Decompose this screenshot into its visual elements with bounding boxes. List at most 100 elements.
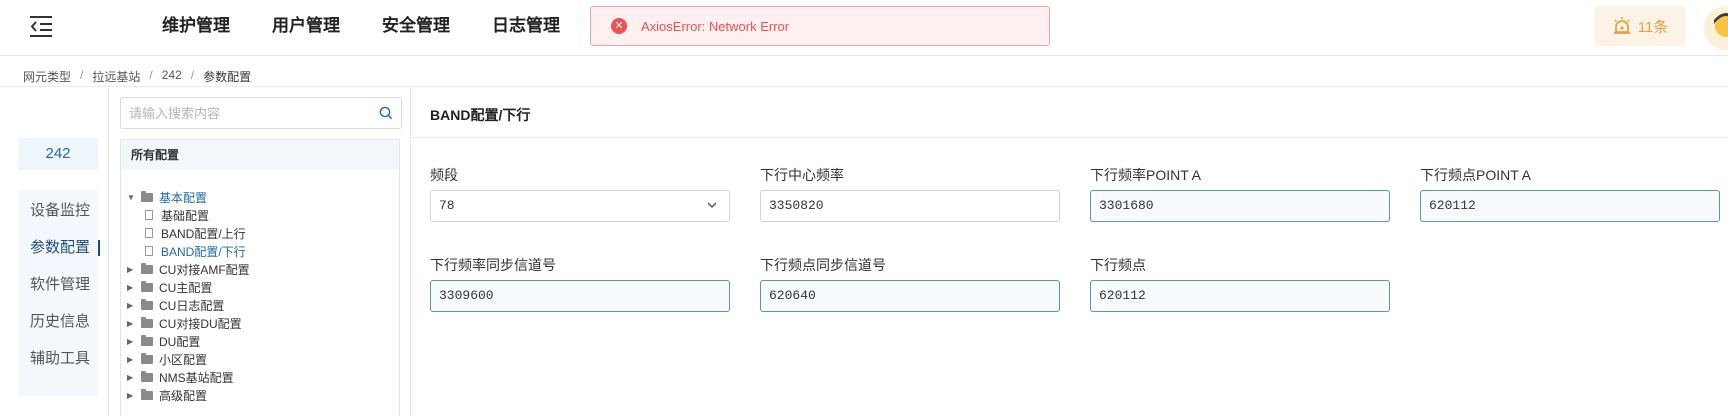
side-item-param-config[interactable]: 参数配置 bbox=[18, 233, 100, 263]
tree-node-label: 高级配置 bbox=[159, 388, 208, 403]
tree-node-folder[interactable]: ▶ 小区配置 bbox=[127, 350, 207, 368]
divider bbox=[411, 137, 1728, 138]
breadcrumb-separator: / bbox=[80, 68, 84, 82]
nav-security[interactable]: 安全管理 bbox=[382, 0, 450, 52]
field-label: 下行频点POINT A bbox=[1420, 167, 1531, 183]
caret-right-icon: ▶ bbox=[127, 264, 134, 274]
folder-icon bbox=[141, 280, 153, 292]
caret-right-icon: ▶ bbox=[127, 372, 134, 382]
alarm-count: 11条 bbox=[1637, 18, 1669, 36]
tree-node-label: 小区配置 bbox=[159, 352, 208, 367]
caret-right-icon: ▶ bbox=[127, 354, 134, 364]
dl-sync-freq-field[interactable]: 3309600 bbox=[430, 280, 730, 312]
folder-icon bbox=[141, 316, 153, 328]
tree-node-label: NMS基站配置 bbox=[159, 370, 234, 385]
dl-sync-arfcn-field[interactable]: 620640 bbox=[760, 280, 1060, 312]
error-message: AxiosError: Network Error bbox=[641, 18, 790, 34]
side-item-tools[interactable]: 辅助工具 bbox=[18, 344, 98, 374]
folder-icon bbox=[141, 370, 153, 382]
top-nav: 维护管理 用户管理 安全管理 日志管理 bbox=[162, 0, 602, 52]
side-item-history[interactable]: 历史信息 bbox=[18, 307, 98, 337]
file-icon bbox=[145, 210, 153, 220]
tree-node-basic[interactable]: ▼ 基本配置 bbox=[127, 188, 207, 206]
tree-node-label: CU对接AMF配置 bbox=[159, 262, 250, 277]
breadcrumb-item[interactable]: 242 bbox=[162, 68, 182, 85]
file-icon bbox=[145, 228, 153, 238]
band-select[interactable]: 78 bbox=[430, 190, 730, 222]
breadcrumb-current: 参数配置 bbox=[203, 70, 252, 84]
tree-node-folder[interactable]: ▶ CU对接AMF配置 bbox=[127, 260, 250, 278]
user-avatar[interactable] bbox=[1704, 6, 1728, 50]
divider bbox=[0, 86, 1728, 87]
tree-node-folder[interactable]: ▶ CU主配置 bbox=[127, 278, 212, 296]
folder-icon bbox=[141, 334, 153, 346]
tree-node-label: CU对接DU配置 bbox=[159, 316, 242, 331]
nav-maintenance[interactable]: 维护管理 bbox=[162, 0, 230, 52]
tree-node-folder[interactable]: ▶ CU对接DU配置 bbox=[127, 314, 242, 332]
tree-node-folder[interactable]: ▶ CU日志配置 bbox=[127, 296, 224, 314]
dl-freq-point-a-field[interactable]: 3301680 bbox=[1090, 190, 1390, 222]
avatar-icon bbox=[1704, 6, 1728, 50]
tree-node-folder[interactable]: ▶ DU配置 bbox=[127, 332, 200, 350]
chevron-down-icon bbox=[707, 202, 717, 208]
tree-node-folder[interactable]: ▶ NMS基站配置 bbox=[127, 368, 234, 386]
tree-node-file[interactable]: 基础配置 bbox=[145, 206, 209, 224]
tree-node-file[interactable]: BAND配置/上行 bbox=[145, 224, 246, 242]
caret-right-icon: ▶ bbox=[127, 282, 134, 292]
folder-icon bbox=[141, 352, 153, 364]
tree-node-file-selected[interactable]: BAND配置/下行 bbox=[145, 242, 246, 260]
side-nav: 设备监控 参数配置 软件管理 历史信息 辅助工具 bbox=[18, 190, 100, 396]
menu-collapse-icon[interactable] bbox=[28, 14, 54, 38]
field-label: 下行频点 bbox=[1090, 257, 1146, 273]
field-label: 下行频率POINT A bbox=[1090, 167, 1201, 183]
breadcrumb-item[interactable]: 拉远基站 bbox=[92, 68, 140, 85]
dl-arfcn-point-a-field[interactable]: 620112 bbox=[1420, 190, 1720, 222]
breadcrumb-separator: / bbox=[149, 68, 153, 82]
breadcrumb-separator: / bbox=[190, 68, 195, 82]
error-toast: ✕ AxiosError: Network Error bbox=[590, 6, 1050, 46]
tree-node-label: CU日志配置 bbox=[159, 298, 225, 313]
alarm-badge[interactable]: 11条 bbox=[1595, 6, 1685, 46]
nav-logs[interactable]: 日志管理 bbox=[492, 0, 560, 52]
field-label: 下行中心频率 bbox=[760, 167, 844, 183]
tree-node-label: CU主配置 bbox=[159, 280, 213, 295]
breadcrumb-item[interactable]: 网元类型 bbox=[23, 68, 71, 85]
tree-header: 所有配置 bbox=[121, 140, 399, 170]
caret-right-icon: ▶ bbox=[127, 318, 134, 328]
band-select-value: 78 bbox=[439, 198, 455, 213]
dl-center-freq-field[interactable]: 3350820 bbox=[760, 190, 1060, 222]
folder-icon bbox=[141, 190, 153, 202]
device-title: 242 bbox=[18, 138, 98, 170]
folder-icon bbox=[141, 298, 153, 310]
caret-right-icon: ▶ bbox=[127, 300, 134, 310]
tree-node-label: 基本配置 bbox=[159, 190, 208, 205]
config-tree: 所有配置 ▼ 基本配置 基础配置 BAND配置/上行 BAND配置/下行 ▶ C… bbox=[120, 139, 400, 416]
caret-right-icon: ▶ bbox=[127, 390, 134, 400]
search-input[interactable] bbox=[129, 98, 369, 128]
tree-node-label: BAND配置/下行 bbox=[161, 244, 246, 259]
search-icon[interactable] bbox=[379, 106, 393, 120]
caret-right-icon: ▶ bbox=[127, 336, 134, 346]
tree-node-label: DU配置 bbox=[159, 334, 201, 349]
alarm-bell-icon bbox=[1613, 17, 1630, 34]
field-label: 下行频点同步信道号 bbox=[760, 257, 886, 273]
tree-search bbox=[120, 97, 402, 129]
nav-users[interactable]: 用户管理 bbox=[272, 0, 340, 52]
section-title: BAND配置/下行 bbox=[430, 107, 531, 123]
side-item-software[interactable]: 软件管理 bbox=[18, 270, 98, 300]
dl-arfcn-field[interactable]: 620112 bbox=[1090, 280, 1390, 312]
file-icon bbox=[145, 246, 153, 256]
field-label: 下行频率同步信道号 bbox=[430, 257, 556, 273]
folder-icon bbox=[141, 262, 153, 274]
folder-icon bbox=[141, 388, 153, 400]
tree-node-label: 基础配置 bbox=[161, 208, 210, 223]
tree-node-folder[interactable]: ▶ 高级配置 bbox=[127, 386, 207, 404]
tree-node-label: BAND配置/上行 bbox=[161, 226, 246, 241]
error-circle-icon: ✕ bbox=[611, 18, 627, 34]
side-item-device-monitor[interactable]: 设备监控 bbox=[18, 196, 98, 226]
app-header: 维护管理 用户管理 安全管理 日志管理 ✕ AxiosError: Networ… bbox=[0, 0, 1728, 56]
divider bbox=[108, 88, 109, 416]
breadcrumb: 网元类型 / 拉远基站 / 242 / 参数配置 bbox=[23, 68, 251, 85]
caret-down-icon: ▼ bbox=[127, 192, 135, 202]
field-label: 频段 bbox=[430, 167, 458, 183]
